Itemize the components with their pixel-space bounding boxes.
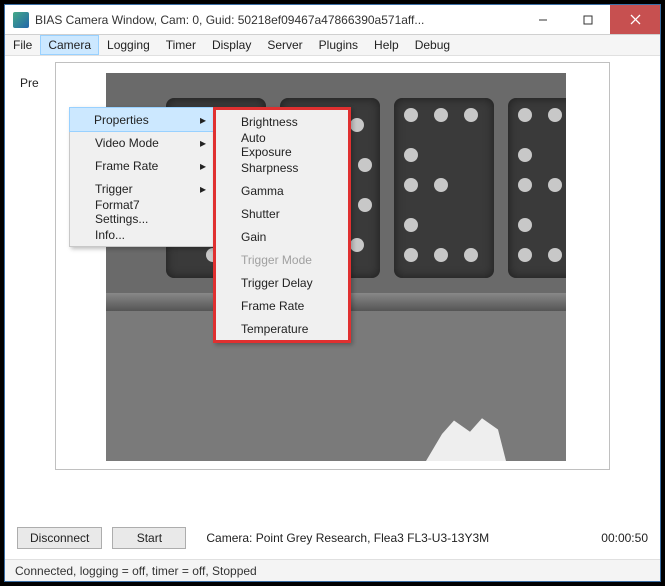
statusbar: Connected, logging = off, timer = off, S…: [5, 559, 660, 581]
menu-item-label: Frame Rate: [95, 159, 158, 173]
content-area: Pre: [5, 56, 660, 517]
menu-timer[interactable]: Timer: [158, 35, 204, 55]
submenu-temperature[interactable]: Temperature: [216, 317, 348, 340]
submenu-sharpness[interactable]: Sharpness: [216, 156, 348, 179]
menubar: File Camera Logging Timer Display Server…: [5, 35, 660, 56]
submenu-trigger-delay[interactable]: Trigger Delay: [216, 271, 348, 294]
menu-item-label: Sharpness: [241, 161, 298, 175]
status-text: Connected, logging = off, timer = off, S…: [15, 564, 257, 578]
menu-debug[interactable]: Debug: [407, 35, 458, 55]
chevron-right-icon: ▸: [200, 182, 206, 196]
disconnect-button[interactable]: Disconnect: [17, 527, 102, 549]
chevron-right-icon: ▸: [200, 136, 206, 150]
maximize-icon: [583, 15, 593, 25]
menu-plugins[interactable]: Plugins: [311, 35, 366, 55]
menu-item-label: Video Mode: [95, 136, 159, 150]
camera-info-label: Camera: Point Grey Research, Flea3 FL3-U…: [206, 531, 489, 545]
menu-item-label: Auto Exposure: [241, 131, 318, 159]
bottom-toolbar: Disconnect Start Camera: Point Grey Rese…: [5, 517, 660, 559]
maximize-button[interactable]: [565, 5, 610, 34]
menu-file[interactable]: File: [5, 35, 40, 55]
minimize-button[interactable]: [520, 5, 565, 34]
submenu-shutter[interactable]: Shutter: [216, 202, 348, 225]
menu-item-label: Trigger Delay: [241, 276, 313, 290]
menu-item-label: Gain: [241, 230, 266, 244]
minimize-icon: [538, 15, 548, 25]
menu-item-label: Info...: [95, 228, 125, 242]
letter-shape: [394, 98, 494, 278]
window-title: BIAS Camera Window, Cam: 0, Guid: 50218e…: [35, 13, 520, 27]
menu-info[interactable]: Info...: [70, 223, 214, 246]
menu-item-label: Format7 Settings...: [95, 198, 184, 226]
menu-properties[interactable]: Properties ▸: [69, 107, 215, 132]
submenu-gamma[interactable]: Gamma: [216, 179, 348, 202]
menu-logging[interactable]: Logging: [99, 35, 158, 55]
chevron-right-icon: ▸: [200, 159, 206, 173]
menu-item-label: Trigger: [95, 182, 133, 196]
menu-help[interactable]: Help: [366, 35, 407, 55]
timecode-label: 00:00:50: [601, 531, 648, 545]
menu-item-label: Shutter: [241, 207, 280, 221]
menu-video-mode[interactable]: Video Mode ▸: [70, 131, 214, 154]
app-icon: [13, 12, 29, 28]
letter-shape: [508, 98, 566, 278]
submenu-trigger-mode: Trigger Mode: [216, 248, 348, 271]
menu-item-label: Properties: [94, 113, 149, 127]
menu-item-label: Frame Rate: [241, 299, 304, 313]
properties-submenu: Brightness Auto Exposure Sharpness Gamma…: [213, 107, 351, 343]
menu-item-label: Brightness: [241, 115, 298, 129]
close-button[interactable]: [610, 5, 660, 34]
menu-item-label: Temperature: [241, 322, 308, 336]
submenu-frame-rate-prop[interactable]: Frame Rate: [216, 294, 348, 317]
submenu-auto-exposure[interactable]: Auto Exposure: [216, 133, 348, 156]
camera-dropdown: Properties ▸ Video Mode ▸ Frame Rate ▸ Trig…: [69, 107, 215, 247]
menu-server[interactable]: Server: [259, 35, 310, 55]
menu-frame-rate[interactable]: Frame Rate ▸: [70, 154, 214, 177]
submenu-gain[interactable]: Gain: [216, 225, 348, 248]
menu-item-label: Trigger Mode: [241, 253, 312, 267]
menu-format7-settings[interactable]: Format7 Settings...: [70, 200, 214, 223]
menu-item-label: Gamma: [241, 184, 284, 198]
menu-camera[interactable]: Camera: [40, 35, 99, 55]
menu-display[interactable]: Display: [204, 35, 259, 55]
chevron-right-icon: ▸: [200, 113, 206, 127]
start-button[interactable]: Start: [112, 527, 186, 549]
close-icon: [630, 14, 641, 25]
preview-label: Pre: [20, 76, 39, 90]
app-window: BIAS Camera Window, Cam: 0, Guid: 50218e…: [4, 4, 661, 582]
titlebar: BIAS Camera Window, Cam: 0, Guid: 50218e…: [5, 5, 660, 35]
window-buttons: [520, 5, 660, 34]
